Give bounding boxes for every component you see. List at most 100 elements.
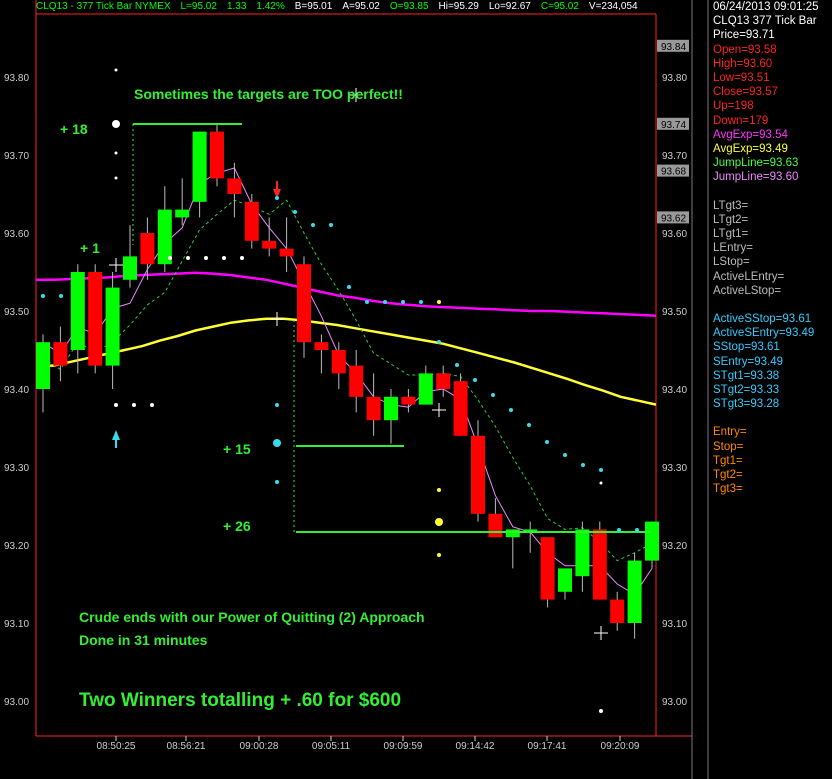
panel-price: Price=93.71 xyxy=(713,29,775,42)
candle-body xyxy=(140,233,155,265)
marker-dot xyxy=(59,294,63,298)
marker-dot xyxy=(455,363,459,367)
candle xyxy=(453,373,468,436)
candle-body xyxy=(123,256,137,280)
panel-jumpline-1: JumpLine=93.63 xyxy=(713,157,799,170)
candle xyxy=(123,225,137,288)
candle-body xyxy=(366,396,381,421)
panel-stgt2: STgt2=93.33 xyxy=(713,384,780,397)
marker-dot xyxy=(527,423,531,427)
candle-body xyxy=(488,513,503,538)
candle-body xyxy=(401,396,416,405)
candle xyxy=(627,552,642,639)
marker-dot xyxy=(240,256,244,260)
panel-lentry: LEntry= xyxy=(713,242,753,255)
y-tick-label-right: 93.40 xyxy=(662,385,687,396)
y-tick-label-left: 93.30 xyxy=(4,463,29,474)
candle-body xyxy=(349,365,364,397)
marker-dot xyxy=(509,408,513,412)
marker-dot xyxy=(273,439,281,447)
panel-close: Close=93.57 xyxy=(713,86,778,99)
x-tick-label: 09:09:59 xyxy=(384,741,423,752)
candle xyxy=(227,162,242,218)
header-bid: B=95.01 xyxy=(294,1,333,12)
panel-lstop: LStop= xyxy=(713,256,750,269)
candle xyxy=(471,420,485,522)
panel-title: CLQ13 377 Tick Bar xyxy=(713,15,817,28)
marker-dot xyxy=(581,463,585,467)
panel-activesstop: ActiveSStop=93.61 xyxy=(713,313,812,326)
price-tag-label: 93.68 xyxy=(661,167,686,178)
candle xyxy=(592,521,607,600)
panel-stop: Stop= xyxy=(713,440,744,453)
candle xyxy=(210,123,224,187)
marker-dot xyxy=(491,393,495,397)
price-tag-label: 93.74 xyxy=(661,120,686,131)
panel-sentry: SEntry=93.49 xyxy=(713,355,784,368)
label-plus15: + 15 xyxy=(223,441,251,457)
done-in-note: Done in 31 minutes xyxy=(79,632,208,648)
candle xyxy=(244,194,259,249)
marker-dot xyxy=(563,453,567,457)
marker-dot xyxy=(132,403,136,407)
panel-high: High=93.60 xyxy=(713,57,773,70)
price-chart[interactable]: 93.80 93.80 93.70 93.70 93.60 93.60 93.50 93.50… xyxy=(0,0,710,779)
candle-body xyxy=(244,201,259,241)
panel-activelentry: ActiveLEntry= xyxy=(713,270,785,283)
candle-body xyxy=(575,529,590,577)
candle xyxy=(610,591,625,631)
y-tick-label-left: 93.10 xyxy=(4,619,29,630)
candle-body xyxy=(70,272,85,350)
panel-ltgt1: LTgt1= xyxy=(713,228,749,241)
marker-dot xyxy=(114,176,118,180)
marker-dot xyxy=(112,120,120,128)
label-plus18: + 18 xyxy=(60,121,88,137)
candle-body xyxy=(210,131,224,179)
header-last: L=95.02 xyxy=(180,1,217,12)
x-tick-label: 08:56:21 xyxy=(167,741,206,752)
y-tick-label-right: 93.30 xyxy=(662,463,687,474)
candle-body xyxy=(418,373,433,405)
panel-stgt1: STgt1=93.38 xyxy=(713,369,780,382)
y-tick-label-right: 93.80 xyxy=(662,73,687,84)
chart-area[interactable]: 93.80 93.80 93.70 93.70 93.60 93.60 93.50 93.50… xyxy=(0,0,710,779)
header-ask: A=95.02 xyxy=(342,1,380,12)
marker-dot xyxy=(435,518,443,526)
candle xyxy=(314,334,329,374)
candle xyxy=(53,326,68,382)
candle-body xyxy=(314,342,329,350)
panel-avgexp-1: AvgExp=93.54 xyxy=(713,128,788,141)
candle-body xyxy=(645,521,659,561)
x-tick-label: 09:14:42 xyxy=(456,741,495,752)
y-tick-label-left: 93.20 xyxy=(4,541,29,552)
marker-dot xyxy=(293,210,297,214)
candle-body xyxy=(297,264,311,343)
label-plus1: + 1 xyxy=(80,240,100,256)
marker-dot xyxy=(599,468,603,472)
crosshair-icon xyxy=(432,403,446,417)
crude-ends-note: Crude ends with our Power of Quitting (2… xyxy=(79,609,425,625)
marker-dot xyxy=(599,709,603,713)
x-tick-label: 09:05:11 xyxy=(312,741,351,752)
crosshair-icon xyxy=(270,312,284,326)
marker-dot xyxy=(114,68,118,72)
jumpline-green xyxy=(42,199,653,562)
candle-body xyxy=(540,537,555,600)
candle-body xyxy=(262,240,277,249)
panel-activelstop: ActiveLStop= xyxy=(713,284,782,297)
candle xyxy=(418,365,433,405)
label-plus26: + 26 xyxy=(223,518,251,534)
marker-dot xyxy=(114,403,118,407)
candle xyxy=(175,178,190,226)
candle xyxy=(70,264,85,374)
panel-avgexp-2: AvgExp=93.49 xyxy=(713,143,788,156)
candle-body xyxy=(384,396,398,421)
header-symbol: CLQ13 - 377 Tick Bar NYMEX xyxy=(36,1,171,12)
candle xyxy=(36,334,50,413)
panel-ltgt2: LTgt2= xyxy=(713,213,749,226)
winners-note: Two Winners totalling + .60 for $600 xyxy=(79,690,402,711)
candle-body xyxy=(505,529,520,538)
jumpline-pink xyxy=(42,167,653,596)
marker-dot xyxy=(150,403,154,407)
y-tick-label-left: 93.60 xyxy=(4,229,29,240)
